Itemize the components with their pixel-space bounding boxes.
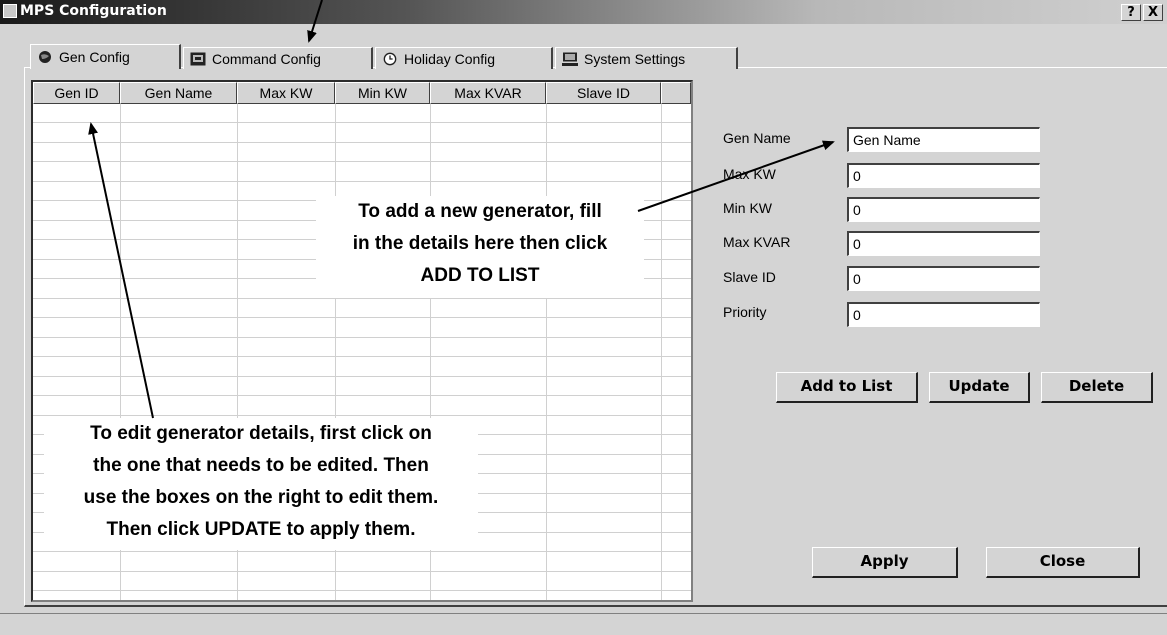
callout-line: the one that needs to be edited. Then xyxy=(93,455,429,476)
window-title: MPS Configuration xyxy=(20,3,167,19)
tab-gen-config[interactable]: Gen Config xyxy=(30,44,181,69)
callout-line: in the details here then click xyxy=(352,233,608,254)
max-kvar-input[interactable]: 0 xyxy=(847,231,1040,256)
callout-line: Then click UPDATE to apply them. xyxy=(106,519,416,540)
grid-row-line xyxy=(33,317,691,318)
delete-button[interactable]: Delete xyxy=(1041,372,1153,403)
help-button[interactable]: ? xyxy=(1121,4,1141,21)
tab-label: Gen Config xyxy=(59,49,130,65)
tab-holiday-config[interactable]: Holiday Config xyxy=(375,47,553,69)
grid-row-line xyxy=(33,180,691,182)
grid-row-line xyxy=(33,122,691,123)
clock-icon xyxy=(382,52,398,66)
tab-label: Command Config xyxy=(212,50,321,67)
apply-button[interactable]: Apply xyxy=(812,547,958,578)
callout-line: ADD TO LIST xyxy=(420,265,540,286)
status-bar xyxy=(0,613,1167,635)
generator-list-header: Gen ID Gen Name Max KW Min KW Max KVAR S… xyxy=(33,82,691,104)
grid-column-line xyxy=(661,104,662,600)
grid-row-line xyxy=(33,551,691,552)
grid-row-line xyxy=(33,395,691,396)
update-button[interactable]: Update xyxy=(929,372,1030,403)
tab-system-settings[interactable]: System Settings xyxy=(555,47,738,69)
column-header-max-kw[interactable]: Max KW xyxy=(237,82,335,104)
edit-generator-callout: To edit generator details, first click o… xyxy=(44,418,478,550)
grid-row-line xyxy=(33,570,691,572)
column-header-max-kvar[interactable]: Max KVAR xyxy=(430,82,546,104)
min-kw-input[interactable]: 0 xyxy=(847,197,1040,222)
tab-label: System Settings xyxy=(584,50,686,67)
globe-icon xyxy=(37,50,53,64)
callout-line: To add a new generator, fill xyxy=(358,201,602,222)
tab-label: Holiday Config xyxy=(404,50,496,67)
callout-line: use the boxes on the right to edit them. xyxy=(83,487,439,508)
computer-icon xyxy=(562,52,578,66)
column-header-slave-id[interactable]: Slave ID xyxy=(546,82,661,104)
terminal-icon xyxy=(190,52,206,66)
grid-row-line xyxy=(33,356,691,357)
close-window-button[interactable]: X xyxy=(1143,4,1163,21)
grid-row-line xyxy=(33,141,691,143)
priority-input[interactable]: 0 xyxy=(847,302,1040,327)
title-bar: MPS Configuration ? X xyxy=(0,0,1167,24)
grid-column-line xyxy=(546,104,547,600)
grid-row-line xyxy=(33,161,691,162)
column-header-gen-name[interactable]: Gen Name xyxy=(120,82,237,104)
callout-line: To edit generator details, first click o… xyxy=(90,423,432,444)
slave-id-input[interactable]: 0 xyxy=(847,266,1040,291)
column-header-min-kw[interactable]: Min KW xyxy=(335,82,430,104)
priority-label: Priority xyxy=(723,304,767,320)
grid-row-line xyxy=(33,590,691,591)
tab-command-config[interactable]: Command Config xyxy=(183,47,373,69)
grid-row-line xyxy=(33,336,691,338)
column-header-empty xyxy=(661,82,691,104)
slave-id-label: Slave ID xyxy=(723,269,776,285)
app-icon xyxy=(3,4,17,18)
close-button[interactable]: Close xyxy=(986,547,1140,578)
column-header-gen-id[interactable]: Gen ID xyxy=(33,82,120,104)
gen-name-label: Gen Name xyxy=(723,130,791,146)
max-kw-label: Max KW xyxy=(723,166,776,182)
grid-row-line xyxy=(33,375,691,377)
max-kvar-label: Max KVAR xyxy=(723,234,791,250)
gen-name-input[interactable]: Gen Name xyxy=(847,127,1040,152)
add-to-list-button[interactable]: Add to List xyxy=(776,372,918,403)
max-kw-input[interactable]: 0 xyxy=(847,163,1040,188)
add-generator-callout: To add a new generator, fill in the deta… xyxy=(316,196,644,298)
min-kw-label: Min KW xyxy=(723,200,772,216)
grid-row-line xyxy=(33,414,691,416)
